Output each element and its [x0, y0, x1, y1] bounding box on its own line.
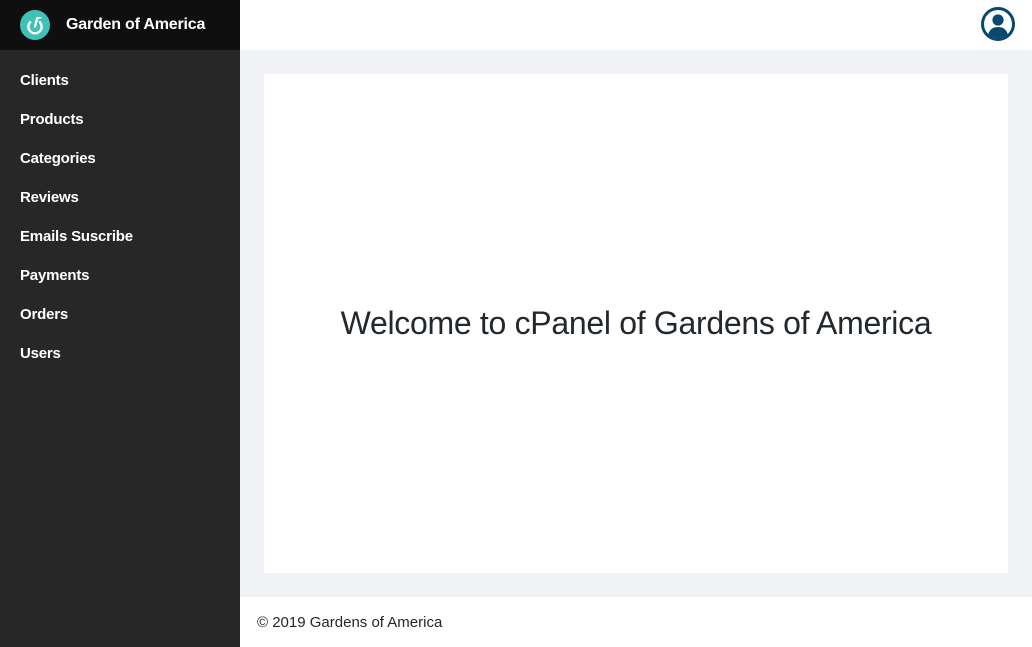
app-root: Garden of America Clients Products Categ…: [0, 0, 1032, 647]
sidebar-item-payments[interactable]: Payments: [0, 256, 240, 295]
copyright-text: © 2019 Gardens of America: [257, 613, 443, 631]
sidebar-item-orders[interactable]: Orders: [0, 295, 240, 334]
welcome-card: Welcome to cPanel of Gardens of America: [264, 74, 1008, 573]
footer: © 2019 Gardens of America: [240, 597, 1032, 647]
sidebar-item-products[interactable]: Products: [0, 100, 240, 139]
sidebar-nav: Clients Products Categories Reviews Emai…: [0, 50, 240, 373]
sidebar-item-emails-suscribe[interactable]: Emails Suscribe: [0, 217, 240, 256]
brand-name: Garden of America: [66, 16, 206, 33]
sidebar-item-categories[interactable]: Categories: [0, 139, 240, 178]
welcome-heading: Welcome to cPanel of Gardens of America: [340, 305, 932, 341]
brand[interactable]: Garden of America: [0, 0, 240, 50]
sidebar: Garden of America Clients Products Categ…: [0, 0, 240, 647]
user-menu-button[interactable]: [981, 7, 1015, 41]
top-header: [240, 0, 1032, 50]
main-content: Welcome to cPanel of Gardens of America: [240, 50, 1032, 597]
sidebar-item-reviews[interactable]: Reviews: [0, 178, 240, 217]
power-leaf-icon: [20, 10, 50, 40]
sidebar-item-users[interactable]: Users: [0, 334, 240, 373]
sidebar-item-clients[interactable]: Clients: [0, 61, 240, 100]
user-avatar-icon: [981, 7, 1015, 41]
